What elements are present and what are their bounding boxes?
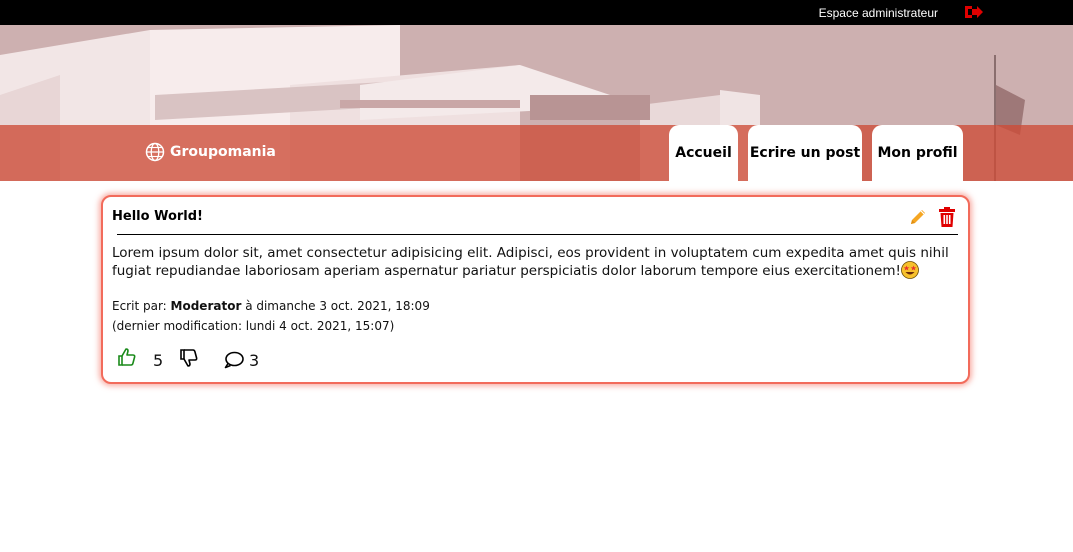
like-count: 5 xyxy=(153,351,164,370)
thumbs-down-icon[interactable] xyxy=(179,348,199,368)
logo-text: Groupomania xyxy=(170,144,276,160)
post-card: Hello World! Lorem ipsum dolor sit, amet… xyxy=(101,195,970,384)
tab-write-post[interactable]: Ecrire un post xyxy=(748,125,862,181)
groupomania-logo[interactable]: Groupomania xyxy=(145,142,276,162)
written-by-label: Ecrit par: xyxy=(112,299,167,313)
admin-space-link[interactable]: Espace administrateur xyxy=(819,6,938,20)
title-divider xyxy=(117,234,958,235)
post-author: Moderator xyxy=(170,299,242,313)
post-date: à dimanche 3 oct. 2021, 18:09 xyxy=(245,299,430,313)
post-modified-date: (dernier modification: lundi 4 oct. 2021… xyxy=(112,319,395,333)
logout-icon[interactable] xyxy=(963,4,983,20)
post-author-line: Ecrit par: Moderator à dimanche 3 oct. 2… xyxy=(112,299,430,313)
star-struck-emoji xyxy=(901,261,919,279)
post-body: Lorem ipsum dolor sit, amet consectetur … xyxy=(112,245,962,279)
post-title: Hello World! xyxy=(112,209,203,224)
tab-my-profile[interactable]: Mon profil xyxy=(872,125,963,181)
top-bar: Espace administrateur xyxy=(0,0,1073,25)
globe-icon xyxy=(145,142,165,162)
thumbs-up-icon[interactable] xyxy=(117,347,137,367)
tab-home[interactable]: Accueil xyxy=(669,125,738,181)
comment-icon[interactable] xyxy=(224,351,244,369)
post-body-text: Lorem ipsum dolor sit, amet consectetur … xyxy=(112,245,949,279)
comment-count: 3 xyxy=(249,351,260,370)
trash-icon[interactable] xyxy=(938,207,956,227)
pencil-icon[interactable] xyxy=(908,207,928,227)
